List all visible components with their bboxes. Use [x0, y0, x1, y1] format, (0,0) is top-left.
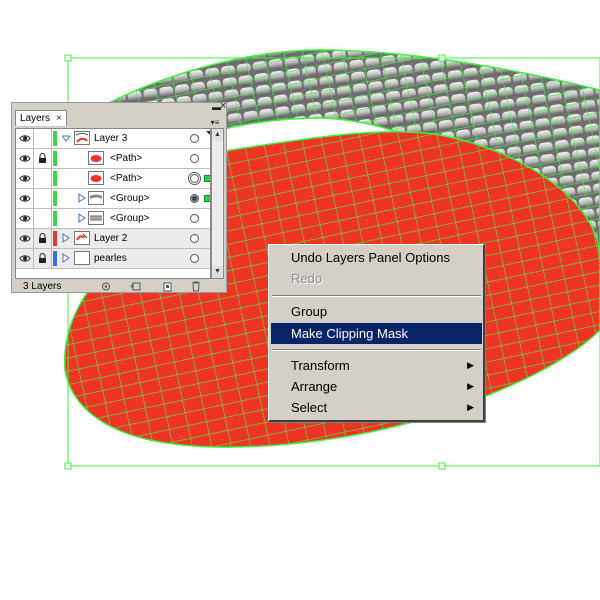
- layer-color-swatch: [53, 231, 57, 246]
- collapse-arrow-icon[interactable]: [62, 133, 70, 143]
- lock-toggle[interactable]: [34, 209, 52, 228]
- visibility-eye-icon[interactable]: [16, 129, 34, 148]
- panel-menu-icon[interactable]: ▾≡: [208, 118, 222, 127]
- menu-item-redo: Redo: [291, 271, 323, 286]
- layer-name[interactable]: <Group>: [110, 189, 149, 208]
- tab-close-icon[interactable]: ×: [56, 113, 62, 124]
- layer-name[interactable]: <Path>: [110, 169, 142, 188]
- expand-arrow-icon[interactable]: [62, 253, 70, 263]
- expand-arrow-icon[interactable]: [78, 213, 86, 223]
- layer-color-swatch: [53, 151, 57, 166]
- visibility-eye-icon[interactable]: [16, 169, 34, 188]
- lock-toggle[interactable]: [34, 169, 52, 188]
- menu-item-select-label: Select: [291, 400, 328, 415]
- layer-color-swatch: [53, 131, 57, 146]
- menu-item-arrange[interactable]: Arrange ▶: [271, 376, 482, 397]
- make-clipping-mask-icon[interactable]: [129, 281, 143, 292]
- submenu-arrow-icon: ▶: [467, 402, 474, 412]
- tab-layers[interactable]: Layers ×: [15, 110, 67, 126]
- layer-row[interactable]: <Group>: [16, 189, 210, 209]
- layer-name[interactable]: pearles: [94, 249, 127, 268]
- layer-name[interactable]: <Group>: [110, 209, 149, 228]
- target-circle-icon[interactable]: [190, 174, 199, 183]
- menu-item-select[interactable]: Select ▶: [271, 397, 482, 418]
- lock-icon[interactable]: [34, 249, 52, 268]
- layer-list-scrollbar[interactable]: ▲ ▼: [211, 128, 224, 279]
- layer-row[interactable]: <Group>: [16, 209, 210, 229]
- layer-thumbnail: [74, 231, 90, 245]
- target-circle-icon[interactable]: [190, 194, 199, 203]
- layer-list: Layer 3 <Path> <Path> <Group> <Group> Layer 2…: [15, 128, 211, 279]
- menu-separator: [272, 295, 481, 297]
- lock-toggle[interactable]: [34, 129, 52, 148]
- layer-count: 3 Layers: [23, 281, 62, 292]
- visibility-eye-icon[interactable]: [16, 249, 34, 268]
- selected-art-indicator[interactable]: [204, 175, 210, 182]
- visibility-eye-icon[interactable]: [16, 149, 34, 168]
- scroll-up-icon[interactable]: ▲: [212, 129, 223, 141]
- selected-art-indicator[interactable]: [204, 195, 210, 202]
- target-circle-icon[interactable]: [190, 154, 199, 163]
- tab-layers-label: Layers: [20, 113, 51, 124]
- context-menu: Undo Layers Panel Options Redo Group Mak…: [268, 244, 485, 422]
- layer-name[interactable]: <Path>: [110, 149, 142, 168]
- lock-icon[interactable]: [34, 229, 52, 248]
- layer-color-swatch: [53, 191, 57, 206]
- layer-thumbnail: [74, 131, 90, 145]
- layer-row[interactable]: <Path>: [16, 169, 210, 189]
- target-circle-icon[interactable]: [190, 134, 199, 143]
- scroll-down-icon[interactable]: ▼: [212, 266, 223, 278]
- visibility-eye-icon[interactable]: [16, 229, 34, 248]
- trash-icon[interactable]: [189, 281, 203, 292]
- layer-color-swatch: [53, 171, 57, 186]
- menu-item-arrange-label: Arrange: [291, 379, 338, 394]
- layer-name[interactable]: Layer 2: [94, 229, 127, 248]
- target-circle-icon[interactable]: [190, 254, 199, 263]
- layer-row[interactable]: <Path>: [16, 149, 210, 169]
- layer-row[interactable]: Layer 2: [16, 229, 210, 249]
- new-sublayer-icon[interactable]: [161, 281, 175, 292]
- expand-arrow-icon[interactable]: [62, 233, 70, 243]
- locate-object-icon[interactable]: [99, 281, 113, 292]
- target-circle-icon[interactable]: [190, 214, 199, 223]
- menu-separator: [272, 349, 481, 351]
- layer-thumbnail: [74, 251, 90, 265]
- target-circle-icon[interactable]: [190, 234, 199, 243]
- visibility-eye-icon[interactable]: [16, 189, 34, 208]
- menu-item-transform-label: Transform: [291, 358, 350, 373]
- panel-close-icon[interactable]: ×: [220, 101, 226, 112]
- layer-color-swatch: [53, 211, 57, 226]
- layer-thumbnail: [88, 171, 104, 185]
- layer-name[interactable]: Layer 3: [94, 129, 127, 148]
- menu-item-group[interactable]: Group: [271, 301, 482, 322]
- submenu-arrow-icon: ▶: [467, 381, 474, 391]
- menu-item-undo[interactable]: Undo Layers Panel Options: [271, 247, 482, 268]
- expand-arrow-icon[interactable]: [78, 193, 86, 203]
- layer-color-swatch: [53, 251, 57, 266]
- layer-row[interactable]: pearles: [16, 249, 210, 269]
- lock-icon[interactable]: [34, 149, 52, 168]
- menu-item-make-clipping-mask[interactable]: Make Clipping Mask: [271, 323, 482, 344]
- layers-panel: ▬ × Layers × ▾≡ Layer 3 <Path> <Path> <Grou…: [11, 101, 227, 293]
- layer-thumbnail: [88, 191, 104, 205]
- layer-row[interactable]: Layer 3: [16, 129, 210, 149]
- visibility-eye-icon[interactable]: [16, 209, 34, 228]
- submenu-arrow-icon: ▶: [467, 360, 474, 370]
- panel-footer: 3 Layers: [15, 281, 221, 292]
- menu-item-transform[interactable]: Transform ▶: [271, 355, 482, 376]
- lock-toggle[interactable]: [34, 189, 52, 208]
- layer-thumbnail: [88, 151, 104, 165]
- layer-thumbnail: [88, 211, 104, 225]
